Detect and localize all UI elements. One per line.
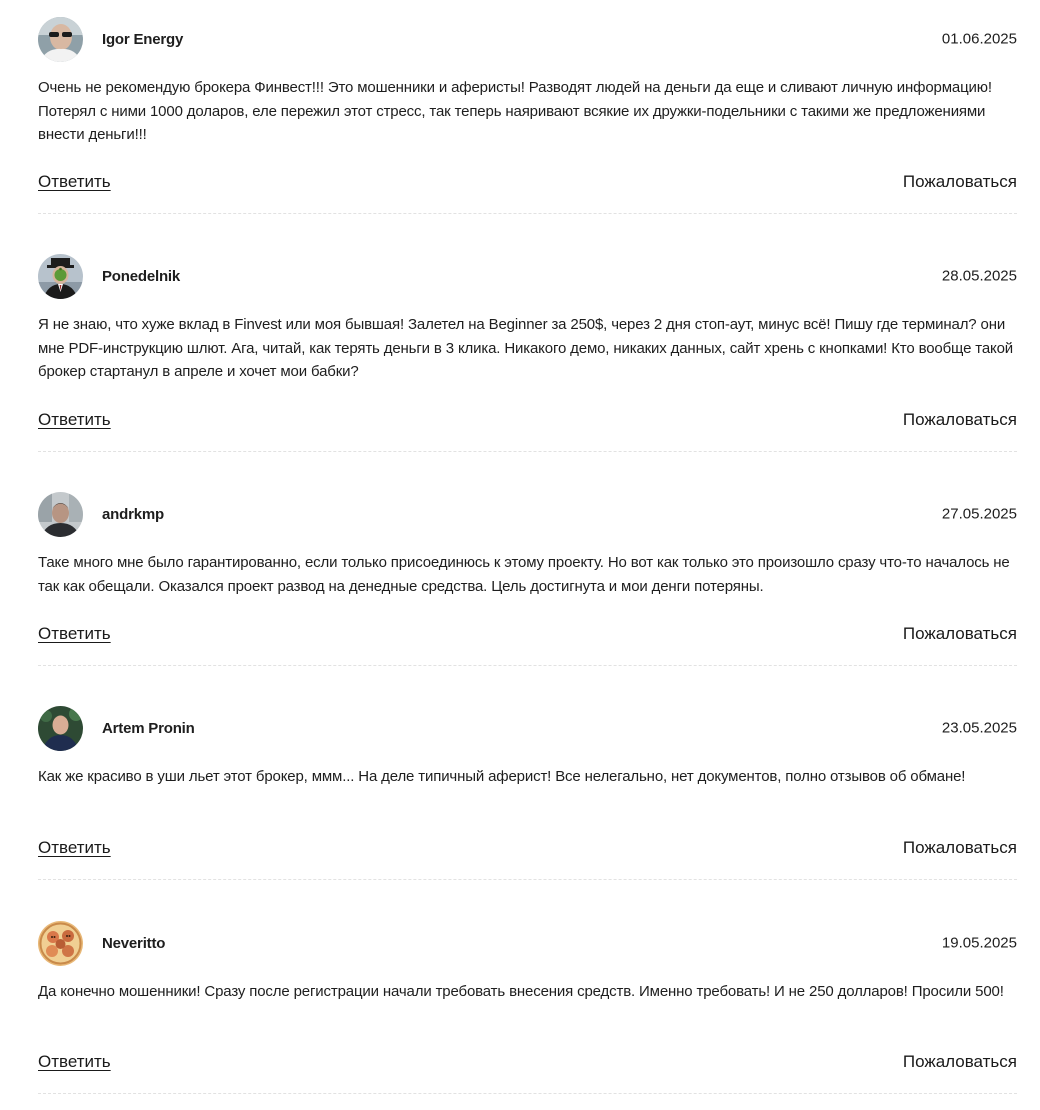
comment-text: Да конечно мошенники! Сразу после регист…: [38, 983, 1004, 1000]
author-name: andrkmp: [102, 505, 164, 523]
comment-date: 27.05.2025: [941, 505, 1017, 523]
comment-item: andrkmp 27.05.2025 Таке много мне было г…: [38, 452, 1017, 666]
report-link[interactable]: Пожаловаться: [903, 838, 1017, 858]
comment-date: 01.06.2025: [941, 30, 1017, 48]
comment-date: 23.05.2025: [941, 719, 1017, 737]
reply-link[interactable]: Ответить: [38, 624, 111, 644]
comments-list: Igor Energy 01.06.2025 Очень не рекоменд…: [38, 0, 1017, 1094]
comment-actions: Ответить Пожаловаться: [38, 624, 1017, 648]
comment-date: 19.05.2025: [941, 934, 1017, 952]
report-link[interactable]: Пожаловаться: [903, 172, 1017, 192]
comment-item: Igor Energy 01.06.2025 Очень не рекоменд…: [38, 16, 1017, 214]
report-link[interactable]: Пожаловаться: [903, 624, 1017, 644]
comment-text: Таке много мне было гарантированно, если…: [38, 554, 1010, 595]
comment-item: Neveritto 19.05.2025 Да конечно мошенник…: [38, 880, 1017, 1094]
avatar: [38, 491, 83, 537]
report-link[interactable]: Пожаловаться: [903, 410, 1017, 430]
comment-text: Очень не рекомендую брокера Финвест!!! Э…: [38, 79, 992, 143]
comment-item: Artem Pronin 23.05.2025 Как же красиво в…: [38, 666, 1017, 880]
reply-link[interactable]: Ответить: [38, 838, 111, 858]
comment-text: Как же красиво в уши льет этот брокер, м…: [38, 768, 966, 785]
comment-header: andrkmp 27.05.2025: [38, 491, 1017, 537]
avatar: [38, 16, 83, 62]
comment-actions: Ответить Пожаловаться: [38, 1052, 1017, 1076]
avatar: [38, 253, 83, 299]
reply-link[interactable]: Ответить: [38, 410, 111, 430]
author-name: Neveritto: [102, 934, 166, 952]
avatar: [38, 920, 83, 966]
comment-actions: Ответить Пожаловаться: [38, 172, 1017, 196]
comment-date: 28.05.2025: [941, 267, 1017, 285]
reply-link[interactable]: Ответить: [38, 1052, 111, 1072]
reply-link[interactable]: Ответить: [38, 172, 111, 192]
author-name: Artem Pronin: [102, 719, 195, 737]
author-name: Ponedelnik: [102, 267, 181, 285]
comment-header: Artem Pronin 23.05.2025: [38, 705, 1017, 751]
comment-header: Ponedelnik 28.05.2025: [38, 253, 1017, 299]
comment-actions: Ответить Пожаловаться: [38, 838, 1017, 862]
author-name: Igor Energy: [102, 30, 184, 48]
comment-text: Я не знаю, что хуже вклад в Finvest или …: [38, 316, 1014, 380]
comment-header: Igor Energy 01.06.2025: [38, 16, 1017, 62]
comment-actions: Ответить Пожаловаться: [38, 410, 1017, 434]
avatar: [38, 705, 83, 751]
report-link[interactable]: Пожаловаться: [903, 1052, 1017, 1072]
comment-header: Neveritto 19.05.2025: [38, 920, 1017, 966]
comment-item: Ponedelnik 28.05.2025 Я не знаю, что хуж…: [38, 214, 1017, 452]
